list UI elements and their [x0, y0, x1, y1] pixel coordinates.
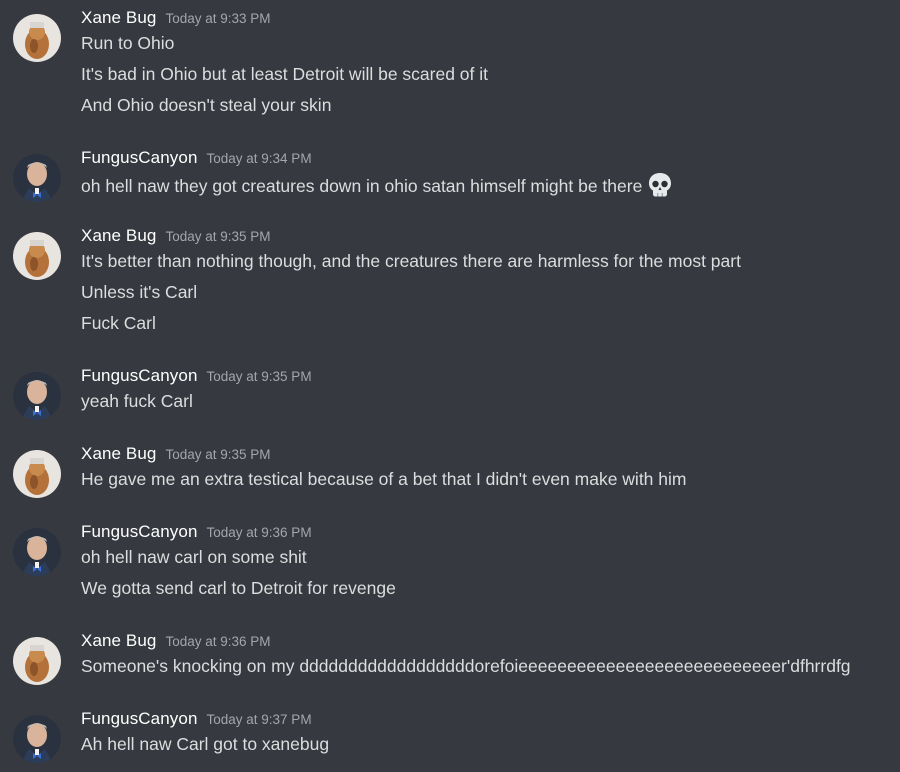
xane-bug-avatar[interactable] [13, 14, 61, 62]
message-text: Someone's knocking on my ddddddddddddddd… [81, 656, 851, 676]
username[interactable]: Xane Bug [81, 444, 156, 464]
timestamp[interactable]: Today at 9:35 PM [207, 369, 312, 384]
avatar-image [13, 232, 61, 280]
avatar-image [13, 154, 61, 202]
message-text: And Ohio doesn't steal your skin [81, 95, 332, 115]
message-text: It's better than nothing though, and the… [81, 251, 741, 271]
message-header: FungusCanyon Today at 9:35 PM [81, 366, 312, 388]
fungus-canyon-avatar[interactable] [13, 528, 61, 576]
message-text: Unless it's Carl [81, 282, 198, 302]
xane-bug-avatar[interactable] [13, 450, 61, 498]
fungus-canyon-avatar[interactable] [13, 715, 61, 763]
message-text: Fuck Carl [81, 313, 156, 333]
timestamp[interactable]: Today at 9:36 PM [165, 634, 270, 649]
username[interactable]: Xane Bug [81, 8, 156, 28]
message-header: Xane Bug Today at 9:36 PM [81, 631, 271, 653]
message-text-content: oh hell naw they got creatures down in o… [81, 176, 643, 196]
timestamp[interactable]: Today at 9:37 PM [207, 712, 312, 727]
username[interactable]: Xane Bug [81, 226, 156, 246]
message-text: oh hell naw carl on some shit [81, 547, 307, 567]
message-header: FungusCanyon Today at 9:37 PM [81, 709, 312, 731]
message-header: Xane Bug Today at 9:33 PM [81, 8, 271, 30]
message-text: Run to Ohio [81, 33, 175, 53]
fungus-canyon-avatar[interactable] [13, 372, 61, 420]
timestamp[interactable]: Today at 9:36 PM [207, 525, 312, 540]
avatar-image [13, 715, 61, 763]
message-header: FungusCanyon Today at 9:34 PM [81, 148, 312, 170]
message-text: yeah fuck Carl [81, 391, 193, 411]
xane-bug-avatar[interactable] [13, 637, 61, 685]
avatar-image [13, 528, 61, 576]
skull-icon [649, 173, 672, 197]
username[interactable]: FungusCanyon [81, 709, 198, 729]
xane-bug-avatar[interactable] [13, 232, 61, 280]
avatar-image [13, 14, 61, 62]
message-header: Xane Bug Today at 9:35 PM [81, 444, 271, 466]
message-text: He gave me an extra testical because of … [81, 469, 687, 489]
skull-emoji[interactable] [648, 172, 672, 198]
message-text: oh hell naw they got creatures down in o… [81, 172, 672, 198]
timestamp[interactable]: Today at 9:34 PM [207, 151, 312, 166]
timestamp[interactable]: Today at 9:33 PM [165, 11, 270, 26]
message-text: It's bad in Ohio but at least Detroit wi… [81, 64, 489, 84]
username[interactable]: FungusCanyon [81, 366, 198, 386]
message-text: Ah hell naw Carl got to xanebug [81, 734, 330, 754]
username[interactable]: FungusCanyon [81, 522, 198, 542]
username[interactable]: Xane Bug [81, 631, 156, 651]
timestamp[interactable]: Today at 9:35 PM [165, 447, 270, 462]
message-header: Xane Bug Today at 9:35 PM [81, 226, 271, 248]
avatar-image [13, 372, 61, 420]
message-header: FungusCanyon Today at 9:36 PM [81, 522, 312, 544]
message-text: We gotta send carl to Detroit for reveng… [81, 578, 396, 598]
fungus-canyon-avatar[interactable] [13, 154, 61, 202]
avatar-image [13, 450, 61, 498]
timestamp[interactable]: Today at 9:35 PM [165, 229, 270, 244]
avatar-image [13, 637, 61, 685]
username[interactable]: FungusCanyon [81, 148, 198, 168]
